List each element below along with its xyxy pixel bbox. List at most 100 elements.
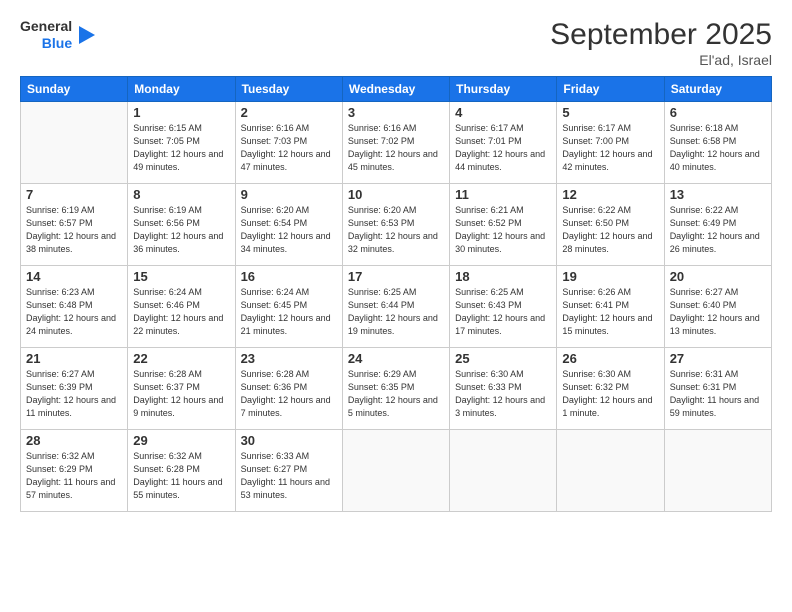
day-number: 15 bbox=[133, 269, 229, 284]
calendar-cell: 22Sunrise: 6:28 AMSunset: 6:37 PMDayligh… bbox=[128, 348, 235, 430]
calendar-cell: 3Sunrise: 6:16 AMSunset: 7:02 PMDaylight… bbox=[342, 102, 449, 184]
day-number: 25 bbox=[455, 351, 551, 366]
day-info: Sunrise: 6:25 AMSunset: 6:44 PMDaylight:… bbox=[348, 286, 444, 338]
calendar-week-row: 28Sunrise: 6:32 AMSunset: 6:29 PMDayligh… bbox=[21, 430, 772, 512]
calendar-cell: 4 Sunrise: 6:17 AMSunset: 7:01 PMDaylight… bbox=[450, 102, 557, 184]
month-title: September 2025 bbox=[550, 18, 772, 52]
day-number: 11 bbox=[455, 187, 551, 202]
day-info: Sunrise: 6:17 AMSunset: 7:00 PMDaylight:… bbox=[562, 122, 658, 174]
calendar-cell: 15 Sunrise: 6:24 AMSunset: 6:46 PMDayligh… bbox=[128, 266, 235, 348]
logo: General Blue bbox=[20, 18, 97, 52]
page-header: General Blue September 2025 El'ad, Israe… bbox=[20, 18, 772, 68]
calendar-cell: 19 Sunrise: 6:26 AMSunset: 6:41 PMDayligh… bbox=[557, 266, 664, 348]
day-number: 18 bbox=[455, 269, 551, 284]
day-number: 29 bbox=[133, 433, 229, 448]
day-number: 19 bbox=[562, 269, 658, 284]
day-info: Sunrise: 6:18 AMSunset: 6:58 PMDaylight:… bbox=[670, 122, 766, 174]
day-number: 6 bbox=[670, 105, 766, 120]
day-number: 7 bbox=[26, 187, 122, 202]
day-info: Sunrise: 6:17 AMSunset: 7:01 PMDaylight:… bbox=[455, 122, 551, 174]
day-info: Sunrise: 6:30 AMSunset: 6:33 PMDaylight:… bbox=[455, 368, 551, 420]
calendar-cell: 6 Sunrise: 6:18 AMSunset: 6:58 PMDaylight… bbox=[664, 102, 771, 184]
day-info: Sunrise: 6:25 AMSunset: 6:43 PMDaylight:… bbox=[455, 286, 551, 338]
day-number: 30 bbox=[241, 433, 337, 448]
day-info: Sunrise: 6:19 AMSunset: 6:57 PMDaylight:… bbox=[26, 204, 122, 256]
day-info: Sunrise: 6:28 AMSunset: 6:37 PMDaylight:… bbox=[133, 368, 229, 420]
location-subtitle: El'ad, Israel bbox=[550, 52, 772, 68]
header-tuesday: Tuesday bbox=[235, 77, 342, 102]
calendar-cell: 17 Sunrise: 6:25 AMSunset: 6:44 PMDayligh… bbox=[342, 266, 449, 348]
header-monday: Monday bbox=[128, 77, 235, 102]
day-number: 20 bbox=[670, 269, 766, 284]
day-info: Sunrise: 6:28 AMSunset: 6:36 PMDaylight:… bbox=[241, 368, 337, 420]
day-number: 2 bbox=[241, 105, 337, 120]
day-number: 5 bbox=[562, 105, 658, 120]
calendar-cell: 7 Sunrise: 6:19 AMSunset: 6:57 PMDaylight… bbox=[21, 184, 128, 266]
calendar-cell: 27 Sunrise: 6:31 AMSunset: 6:31 PMDayligh… bbox=[664, 348, 771, 430]
calendar-cell: 18 Sunrise: 6:25 AMSunset: 6:43 PMDayligh… bbox=[450, 266, 557, 348]
day-number: 4 bbox=[455, 105, 551, 120]
day-info: Sunrise: 6:32 AMSunset: 6:29 PMDaylight:… bbox=[26, 450, 122, 502]
calendar-cell: 10 Sunrise: 6:20 AMSunset: 6:53 PMDayligh… bbox=[342, 184, 449, 266]
calendar-cell: 24Sunrise: 6:29 AMSunset: 6:35 PMDayligh… bbox=[342, 348, 449, 430]
calendar-cell: 12 Sunrise: 6:22 AMSunset: 6:50 PMDayligh… bbox=[557, 184, 664, 266]
day-info: Sunrise: 6:33 AMSunset: 6:27 PMDaylight:… bbox=[241, 450, 337, 502]
calendar-table: Sunday Monday Tuesday Wednesday Thursday… bbox=[20, 76, 772, 512]
day-info: Sunrise: 6:22 AMSunset: 6:50 PMDaylight:… bbox=[562, 204, 658, 256]
calendar-cell bbox=[342, 430, 449, 512]
calendar-cell: 8 Sunrise: 6:19 AMSunset: 6:56 PMDaylight… bbox=[128, 184, 235, 266]
day-number: 17 bbox=[348, 269, 444, 284]
logo-graphic: General Blue bbox=[20, 18, 97, 52]
calendar-cell: 1Sunrise: 6:15 AMSunset: 7:05 PMDaylight… bbox=[128, 102, 235, 184]
calendar-week-row: 21Sunrise: 6:27 AMSunset: 6:39 PMDayligh… bbox=[21, 348, 772, 430]
day-info: Sunrise: 6:31 AMSunset: 6:31 PMDaylight:… bbox=[670, 368, 766, 420]
day-info: Sunrise: 6:20 AMSunset: 6:54 PMDaylight:… bbox=[241, 204, 337, 256]
header-thursday: Thursday bbox=[450, 77, 557, 102]
calendar-cell bbox=[557, 430, 664, 512]
calendar-cell: 5 Sunrise: 6:17 AMSunset: 7:00 PMDaylight… bbox=[557, 102, 664, 184]
day-number: 10 bbox=[348, 187, 444, 202]
calendar-cell: 9 Sunrise: 6:20 AMSunset: 6:54 PMDaylight… bbox=[235, 184, 342, 266]
header-wednesday: Wednesday bbox=[342, 77, 449, 102]
header-sunday: Sunday bbox=[21, 77, 128, 102]
calendar-cell: 26 Sunrise: 6:30 AMSunset: 6:32 PMDayligh… bbox=[557, 348, 664, 430]
day-number: 13 bbox=[670, 187, 766, 202]
day-info: Sunrise: 6:22 AMSunset: 6:49 PMDaylight:… bbox=[670, 204, 766, 256]
day-number: 8 bbox=[133, 187, 229, 202]
calendar-cell: 23 Sunrise: 6:28 AMSunset: 6:36 PMDayligh… bbox=[235, 348, 342, 430]
day-info: Sunrise: 6:19 AMSunset: 6:56 PMDaylight:… bbox=[133, 204, 229, 256]
logo-arrow-icon bbox=[75, 24, 97, 46]
weekday-header-row: Sunday Monday Tuesday Wednesday Thursday… bbox=[21, 77, 772, 102]
day-number: 24 bbox=[348, 351, 444, 366]
day-number: 27 bbox=[670, 351, 766, 366]
calendar-cell bbox=[450, 430, 557, 512]
day-number: 26 bbox=[562, 351, 658, 366]
day-info: Sunrise: 6:15 AMSunset: 7:05 PMDaylight:… bbox=[133, 122, 229, 174]
calendar-cell: 2Sunrise: 6:16 AMSunset: 7:03 PMDaylight… bbox=[235, 102, 342, 184]
day-number: 12 bbox=[562, 187, 658, 202]
day-info: Sunrise: 6:32 AMSunset: 6:28 PMDaylight:… bbox=[133, 450, 229, 502]
day-number: 14 bbox=[26, 269, 122, 284]
day-number: 9 bbox=[241, 187, 337, 202]
day-info: Sunrise: 6:27 AMSunset: 6:40 PMDaylight:… bbox=[670, 286, 766, 338]
calendar-cell: 13 Sunrise: 6:22 AMSunset: 6:49 PMDayligh… bbox=[664, 184, 771, 266]
day-info: Sunrise: 6:30 AMSunset: 6:32 PMDaylight:… bbox=[562, 368, 658, 420]
day-info: Sunrise: 6:16 AMSunset: 7:02 PMDaylight:… bbox=[348, 122, 444, 174]
calendar-cell: 21Sunrise: 6:27 AMSunset: 6:39 PMDayligh… bbox=[21, 348, 128, 430]
day-number: 23 bbox=[241, 351, 337, 366]
day-info: Sunrise: 6:24 AMSunset: 6:46 PMDaylight:… bbox=[133, 286, 229, 338]
day-number: 21 bbox=[26, 351, 122, 366]
calendar-cell: 30 Sunrise: 6:33 AMSunset: 6:27 PMDayligh… bbox=[235, 430, 342, 512]
calendar-cell bbox=[21, 102, 128, 184]
title-block: September 2025 El'ad, Israel bbox=[550, 18, 772, 68]
calendar-cell: 16Sunrise: 6:24 AMSunset: 6:45 PMDayligh… bbox=[235, 266, 342, 348]
calendar-cell: 14 Sunrise: 6:23 AMSunset: 6:48 PMDayligh… bbox=[21, 266, 128, 348]
calendar-cell bbox=[664, 430, 771, 512]
day-info: Sunrise: 6:21 AMSunset: 6:52 PMDaylight:… bbox=[455, 204, 551, 256]
day-info: Sunrise: 6:20 AMSunset: 6:53 PMDaylight:… bbox=[348, 204, 444, 256]
calendar-week-row: 1Sunrise: 6:15 AMSunset: 7:05 PMDaylight… bbox=[21, 102, 772, 184]
day-info: Sunrise: 6:23 AMSunset: 6:48 PMDaylight:… bbox=[26, 286, 122, 338]
calendar-week-row: 7 Sunrise: 6:19 AMSunset: 6:57 PMDaylight… bbox=[21, 184, 772, 266]
day-info: Sunrise: 6:26 AMSunset: 6:41 PMDaylight:… bbox=[562, 286, 658, 338]
calendar-cell: 20 Sunrise: 6:27 AMSunset: 6:40 PMDayligh… bbox=[664, 266, 771, 348]
